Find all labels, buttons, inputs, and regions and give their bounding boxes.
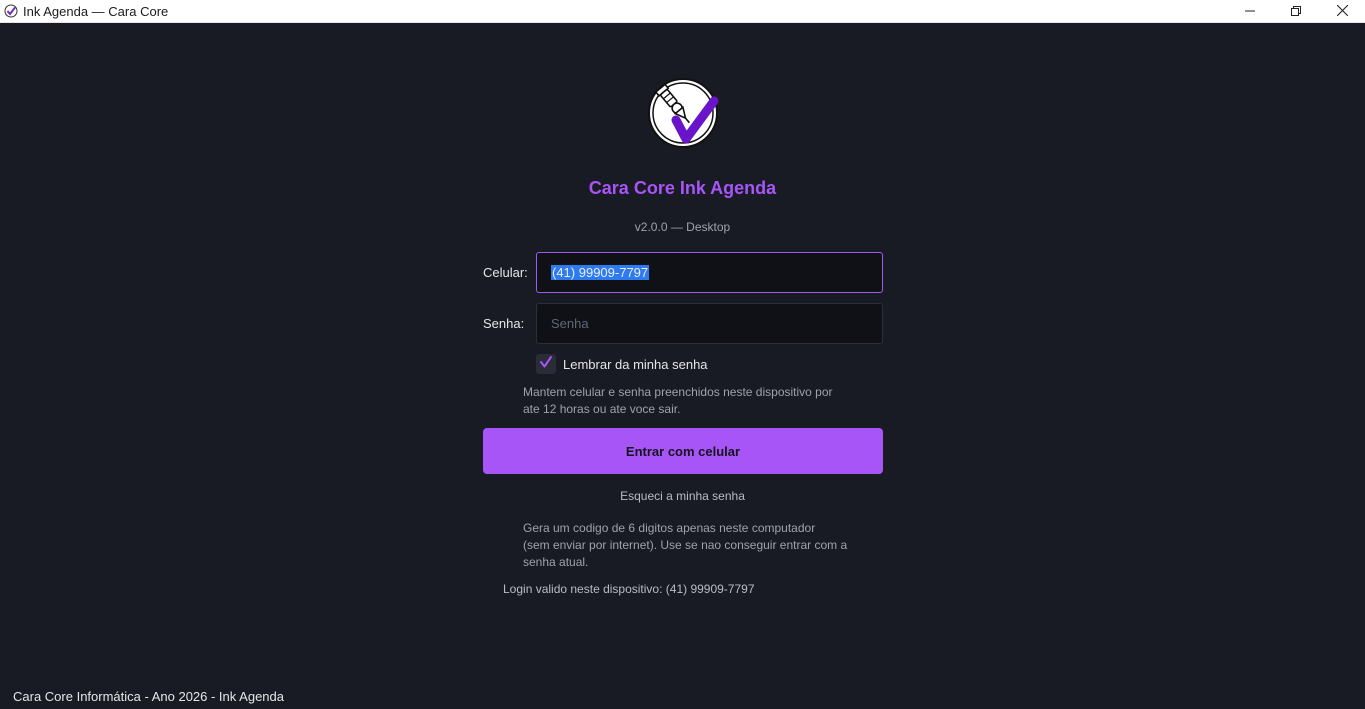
close-button[interactable] xyxy=(1319,0,1365,23)
window-titlebar: Ink Agenda — Cara Core xyxy=(0,0,1365,23)
minimize-icon xyxy=(1245,3,1255,21)
remember-password-row[interactable]: Lembrar da minha senha xyxy=(536,354,708,374)
app-version: v2.0.0 — Desktop xyxy=(634,220,731,234)
phone-label: Celular: xyxy=(483,265,528,280)
remember-help-line: ate 12 horas ou ate voce sair. xyxy=(523,402,681,416)
window-controls xyxy=(1227,0,1365,23)
forgot-help-line: (sem enviar por internet). Use se nao co… xyxy=(523,538,848,552)
app-logo xyxy=(646,76,720,150)
app-title: Cara Core Ink Agenda xyxy=(588,178,777,198)
forgot-help-text: Gera um codigo de 6 digitos apenas neste… xyxy=(523,520,853,571)
window-title: Ink Agenda — Cara Core xyxy=(23,3,169,19)
remember-password-label: Lembrar da minha senha xyxy=(563,356,708,372)
footer-text: Cara Core Informática - Ano 2026 - Ink A… xyxy=(13,689,284,704)
remember-password-checkbox[interactable] xyxy=(536,354,556,374)
remember-help-text: Mantem celular e senha preenchidos neste… xyxy=(523,384,853,418)
checkmark-icon xyxy=(539,355,553,374)
close-icon xyxy=(1336,3,1348,21)
minimize-button[interactable] xyxy=(1227,0,1273,23)
restore-icon xyxy=(1291,3,1301,21)
forgot-help-line: Gera um codigo de 6 digitos apenas neste… xyxy=(523,521,816,535)
app-logo-icon xyxy=(4,4,18,18)
forgot-password-link[interactable]: Esqueci a minha senha xyxy=(0,489,1365,503)
phone-input[interactable]: (41) 99909-7797 xyxy=(536,252,883,293)
maximize-button[interactable] xyxy=(1273,0,1319,23)
remember-help-line: Mantem celular e senha preenchidos neste… xyxy=(523,385,833,399)
session-note: Login valido neste dispositivo: (41) 999… xyxy=(503,582,755,596)
password-label: Senha: xyxy=(483,316,525,331)
password-input[interactable]: Senha xyxy=(536,303,883,344)
forgot-password-label[interactable]: Esqueci a minha senha xyxy=(620,489,745,503)
login-button[interactable]: Entrar com celular xyxy=(483,428,883,474)
password-placeholder: Senha xyxy=(551,316,589,331)
forgot-help-line: senha atual. xyxy=(523,555,589,569)
phone-input-value: (41) 99909-7797 xyxy=(551,265,650,280)
